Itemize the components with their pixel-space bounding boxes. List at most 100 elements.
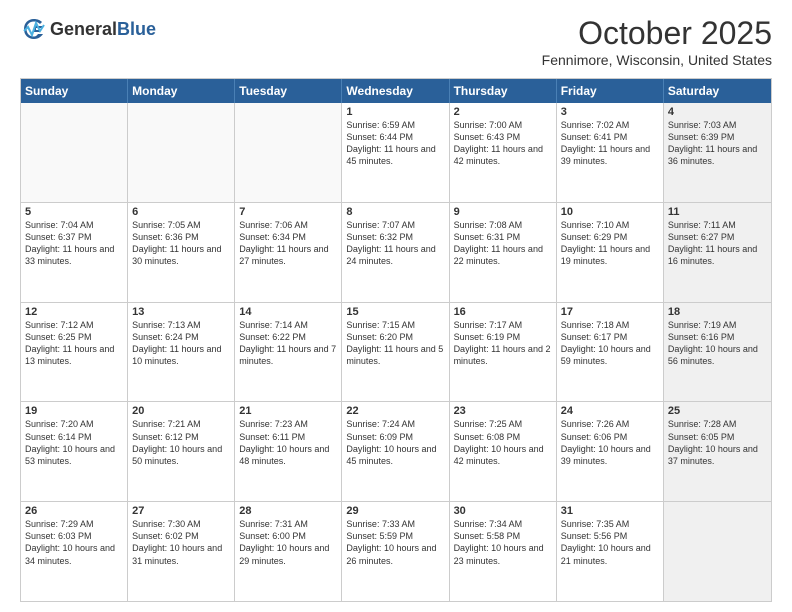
calendar-cell: 10 Sunrise: 7:10 AMSunset: 6:29 PMDayligh… — [557, 203, 664, 302]
weekday-header: Sunday — [21, 79, 128, 103]
cell-info: Sunrise: 7:31 AMSunset: 6:00 PMDaylight:… — [239, 519, 329, 565]
calendar-cell: 16Sunrise: 7:17 AMSunset: 6:19 PMDayligh… — [450, 303, 557, 402]
calendar-cell: 13 Sunrise: 7:13 AMSunset: 6:24 PMDayligh… — [128, 303, 235, 402]
calendar-row: 26Sunrise: 7:29 AMSunset: 6:03 PMDayligh… — [21, 502, 771, 601]
cell-info: Sunrise: 7:21 AMSunset: 6:12 PMDaylight:… — [132, 419, 222, 465]
cell-info: Sunrise: 6:59 AMSunset: 6:44 PMDaylight:… — [346, 120, 435, 166]
calendar-cell: 19Sunrise: 7:20 AMSunset: 6:14 PMDayligh… — [21, 402, 128, 501]
day-number: 12 — [25, 306, 123, 318]
calendar-cell: 7Sunrise: 7:06 AMSunset: 6:34 PMDaylight… — [235, 203, 342, 302]
weekday-header: Tuesday — [235, 79, 342, 103]
day-number: 4 — [668, 106, 767, 118]
cell-info: Sunrise: 7:26 AMSunset: 6:06 PMDaylight:… — [561, 419, 651, 465]
day-number: 28 — [239, 505, 337, 517]
cell-info: Sunrise: 7:33 AMSunset: 5:59 PMDaylight:… — [346, 519, 436, 565]
day-number: 2 — [454, 106, 552, 118]
calendar-cell: 3 Sunrise: 7:02 AMSunset: 6:41 PMDaylight… — [557, 103, 664, 202]
title-block: October 2025 Fennimore, Wisconsin, Unite… — [542, 15, 772, 68]
day-number: 31 — [561, 505, 659, 517]
cell-info: Sunrise: 7:03 AMSunset: 6:39 PMDaylight:… — [668, 120, 757, 166]
day-number: 27 — [132, 505, 230, 517]
calendar-cell — [664, 502, 771, 601]
cell-info: Sunrise: 7:19 AMSunset: 6:16 PMDaylight:… — [668, 320, 758, 366]
calendar-row: 5Sunrise: 7:04 AMSunset: 6:37 PMDaylight… — [21, 203, 771, 303]
calendar-cell: 23Sunrise: 7:25 AMSunset: 6:08 PMDayligh… — [450, 402, 557, 501]
day-number: 17 — [561, 306, 659, 318]
month-title: October 2025 — [542, 15, 772, 52]
cell-info: Sunrise: 7:24 AMSunset: 6:09 PMDaylight:… — [346, 419, 436, 465]
calendar-cell: 31 Sunrise: 7:35 AMSunset: 5:56 PMDayligh… — [557, 502, 664, 601]
calendar-cell: 22 Sunrise: 7:24 AMSunset: 6:09 PMDayligh… — [342, 402, 449, 501]
day-number: 1 — [346, 106, 444, 118]
cell-info: Sunrise: 7:02 AMSunset: 6:41 PMDaylight:… — [561, 120, 650, 166]
cell-info: Sunrise: 7:10 AMSunset: 6:29 PMDaylight:… — [561, 220, 650, 266]
cell-info: Sunrise: 7:30 AMSunset: 6:02 PMDaylight:… — [132, 519, 222, 565]
cell-info: Sunrise: 7:08 AMSunset: 6:31 PMDaylight:… — [454, 220, 543, 266]
calendar-cell: 20Sunrise: 7:21 AMSunset: 6:12 PMDayligh… — [128, 402, 235, 501]
day-number: 16 — [454, 306, 552, 318]
cell-info: Sunrise: 7:35 AMSunset: 5:56 PMDaylight:… — [561, 519, 651, 565]
calendar-cell: 27 Sunrise: 7:30 AMSunset: 6:02 PMDayligh… — [128, 502, 235, 601]
calendar-row: 12Sunrise: 7:12 AMSunset: 6:25 PMDayligh… — [21, 303, 771, 403]
logo-blue: Blue — [117, 19, 156, 39]
day-number: 5 — [25, 206, 123, 218]
day-number: 10 — [561, 206, 659, 218]
calendar-cell: 11 Sunrise: 7:11 AMSunset: 6:27 PMDayligh… — [664, 203, 771, 302]
weekday-header: Saturday — [664, 79, 771, 103]
calendar-header: SundayMondayTuesdayWednesdayThursdayFrid… — [21, 79, 771, 103]
cell-info: Sunrise: 7:07 AMSunset: 6:32 PMDaylight:… — [346, 220, 435, 266]
weekday-header: Friday — [557, 79, 664, 103]
weekday-header: Thursday — [450, 79, 557, 103]
calendar-cell: 24 Sunrise: 7:26 AMSunset: 6:06 PMDayligh… — [557, 402, 664, 501]
calendar-cell: 2 Sunrise: 7:00 AMSunset: 6:43 PMDaylight… — [450, 103, 557, 202]
day-number: 19 — [25, 405, 123, 417]
day-number: 11 — [668, 206, 767, 218]
calendar-cell: 18 Sunrise: 7:19 AMSunset: 6:16 PMDayligh… — [664, 303, 771, 402]
cell-info: Sunrise: 7:13 AMSunset: 6:24 PMDaylight:… — [132, 320, 221, 366]
cell-info: Sunrise: 7:14 AMSunset: 6:22 PMDaylight:… — [239, 320, 336, 366]
page: GeneralBlue October 2025 Fennimore, Wisc… — [0, 0, 792, 612]
day-number: 8 — [346, 206, 444, 218]
day-number: 26 — [25, 505, 123, 517]
location: Fennimore, Wisconsin, United States — [542, 52, 772, 68]
weekday-header: Wednesday — [342, 79, 449, 103]
cell-info: Sunrise: 7:05 AMSunset: 6:36 PMDaylight:… — [132, 220, 221, 266]
calendar-cell: 14Sunrise: 7:14 AMSunset: 6:22 PMDayligh… — [235, 303, 342, 402]
day-number: 3 — [561, 106, 659, 118]
cell-info: Sunrise: 7:18 AMSunset: 6:17 PMDaylight:… — [561, 320, 651, 366]
day-number: 7 — [239, 206, 337, 218]
calendar-body: 1 Sunrise: 6:59 AMSunset: 6:44 PMDaylight… — [21, 103, 771, 601]
cell-info: Sunrise: 7:00 AMSunset: 6:43 PMDaylight:… — [454, 120, 543, 166]
day-number: 21 — [239, 405, 337, 417]
calendar-cell: 6Sunrise: 7:05 AMSunset: 6:36 PMDaylight… — [128, 203, 235, 302]
calendar-cell: 30Sunrise: 7:34 AMSunset: 5:58 PMDayligh… — [450, 502, 557, 601]
logo: GeneralBlue — [20, 15, 156, 43]
day-number: 9 — [454, 206, 552, 218]
cell-info: Sunrise: 7:28 AMSunset: 6:05 PMDaylight:… — [668, 419, 758, 465]
weekday-header: Monday — [128, 79, 235, 103]
day-number: 22 — [346, 405, 444, 417]
calendar-cell — [235, 103, 342, 202]
calendar-cell: 21 Sunrise: 7:23 AMSunset: 6:11 PMDayligh… — [235, 402, 342, 501]
logo-text-block: GeneralBlue — [50, 19, 156, 40]
cell-info: Sunrise: 7:23 AMSunset: 6:11 PMDaylight:… — [239, 419, 329, 465]
calendar-cell — [21, 103, 128, 202]
calendar-cell: 26Sunrise: 7:29 AMSunset: 6:03 PMDayligh… — [21, 502, 128, 601]
day-number: 24 — [561, 405, 659, 417]
calendar-cell: 12Sunrise: 7:12 AMSunset: 6:25 PMDayligh… — [21, 303, 128, 402]
calendar-cell: 8 Sunrise: 7:07 AMSunset: 6:32 PMDaylight… — [342, 203, 449, 302]
day-number: 13 — [132, 306, 230, 318]
cell-info: Sunrise: 7:15 AMSunset: 6:20 PMDaylight:… — [346, 320, 443, 366]
calendar-cell: 15 Sunrise: 7:15 AMSunset: 6:20 PMDayligh… — [342, 303, 449, 402]
day-number: 18 — [668, 306, 767, 318]
calendar-cell: 5Sunrise: 7:04 AMSunset: 6:37 PMDaylight… — [21, 203, 128, 302]
calendar-row: 19Sunrise: 7:20 AMSunset: 6:14 PMDayligh… — [21, 402, 771, 502]
calendar-cell: 28 Sunrise: 7:31 AMSunset: 6:00 PMDayligh… — [235, 502, 342, 601]
cell-info: Sunrise: 7:11 AMSunset: 6:27 PMDaylight:… — [668, 220, 757, 266]
cell-info: Sunrise: 7:34 AMSunset: 5:58 PMDaylight:… — [454, 519, 544, 565]
calendar-cell: 25 Sunrise: 7:28 AMSunset: 6:05 PMDayligh… — [664, 402, 771, 501]
day-number: 23 — [454, 405, 552, 417]
day-number: 15 — [346, 306, 444, 318]
day-number: 25 — [668, 405, 767, 417]
calendar: SundayMondayTuesdayWednesdayThursdayFrid… — [20, 78, 772, 602]
